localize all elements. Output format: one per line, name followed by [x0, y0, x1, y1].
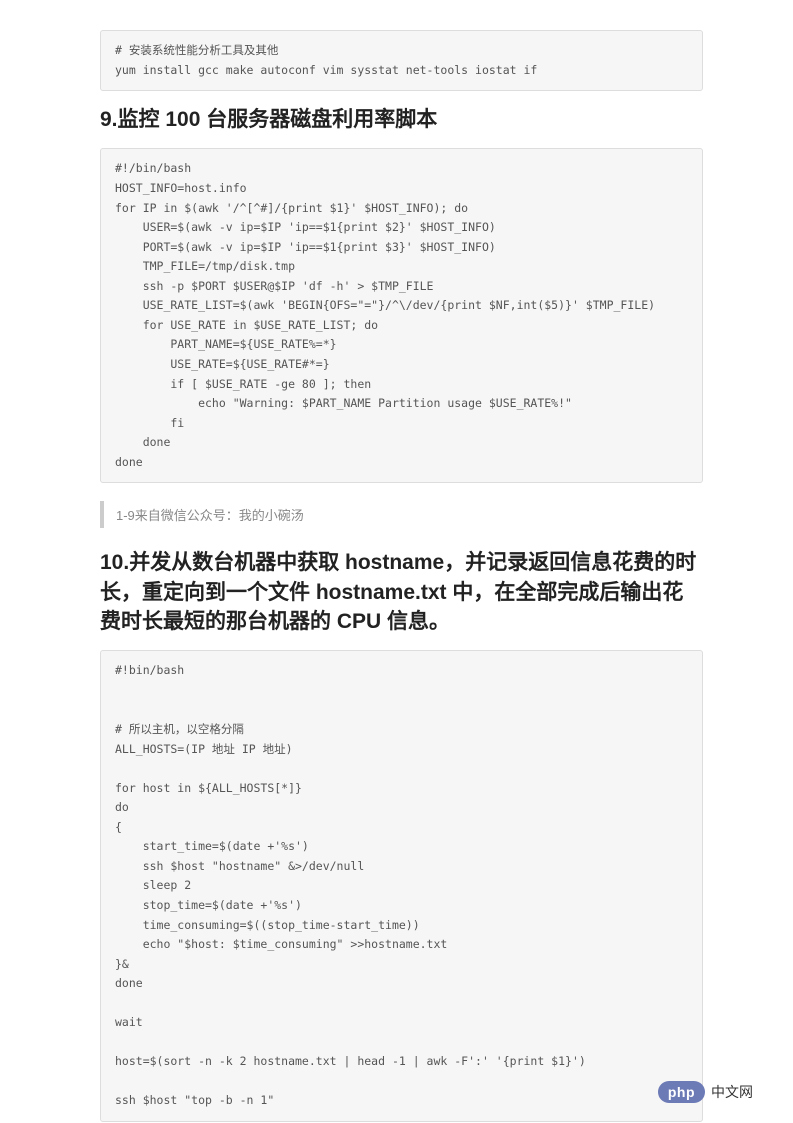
heading-10: 10.并发从数台机器中获取 hostname，并记录返回信息花费的时长，重定向到… [100, 548, 703, 636]
code-block-2: #!/bin/bash HOST_INFO=host.info for IP i… [100, 148, 703, 483]
heading-9: 9.监控 100 台服务器磁盘利用率脚本 [100, 105, 703, 134]
code-block-3: #!bin/bash # 所以主机，以空格分隔 ALL_HOSTS=(IP 地址… [100, 650, 703, 1122]
footer-text: 中文网 [711, 1082, 753, 1102]
footer-badge: php 中文网 [658, 1081, 753, 1103]
source-quote: 1-9来自微信公众号：我的小碗汤 [100, 501, 703, 528]
code-block-1: # 安装系统性能分析工具及其他 yum install gcc make aut… [100, 30, 703, 91]
php-logo-badge: php [658, 1081, 705, 1103]
